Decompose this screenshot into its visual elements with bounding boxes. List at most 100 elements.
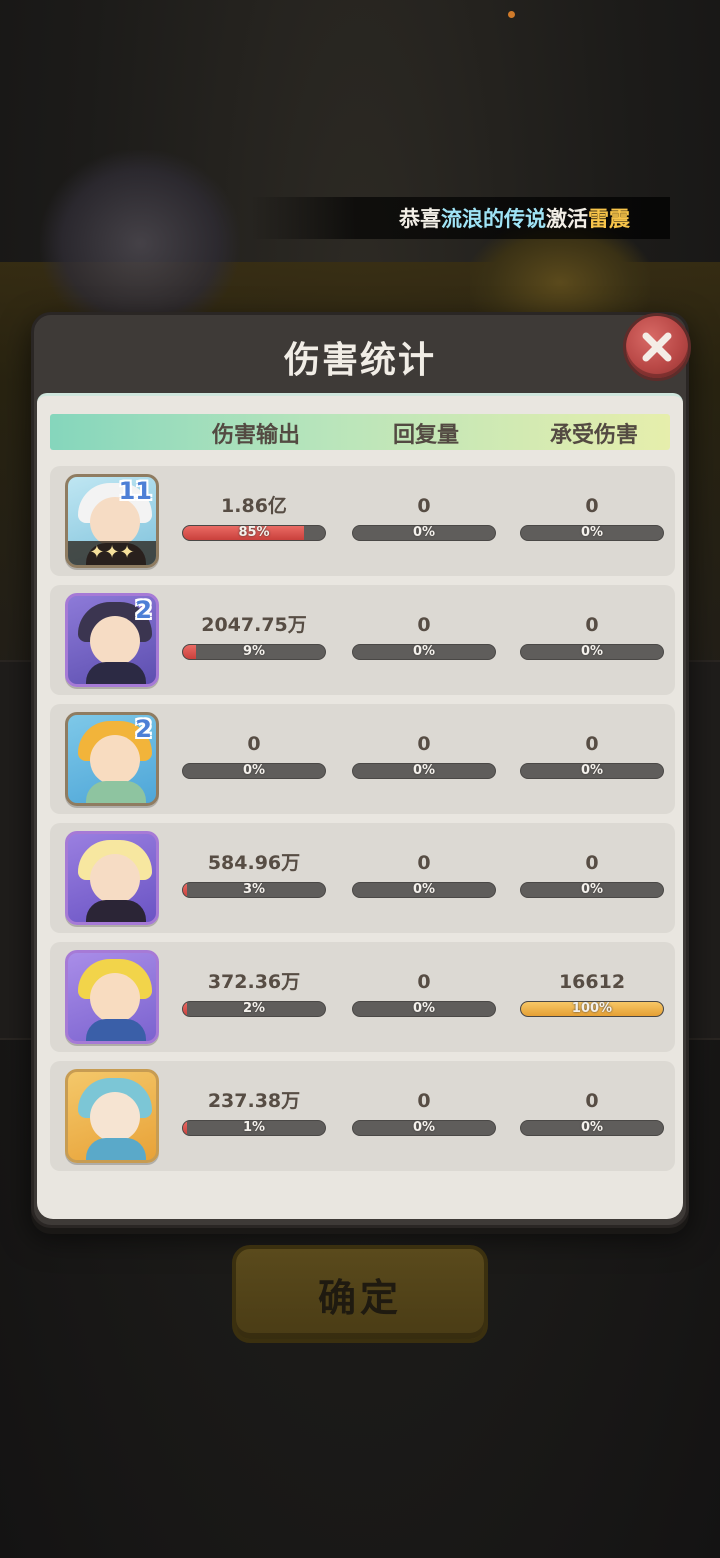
- hero-face: [90, 735, 140, 785]
- stat-progress-bar: 0%: [182, 763, 326, 779]
- hero-face: [90, 973, 140, 1023]
- hero-star-rating: ✦✦✦: [68, 541, 156, 565]
- hero-stats-row: 11 ✦✦✦ 1.86亿 85% 0 0% 0 0%: [50, 466, 675, 576]
- hero-avatar[interactable]: [65, 831, 159, 925]
- hero-stats-row: 237.38万 1% 0 0% 0 0%: [50, 1061, 675, 1171]
- stat-cell-healing: 0 0%: [352, 613, 496, 660]
- hero-body: [86, 900, 146, 922]
- stat-progress-bar: 100%: [520, 1001, 664, 1017]
- stat-cell-damage-taken: 0 0%: [520, 613, 664, 660]
- header-damage-taken: 承受伤害: [549, 423, 639, 448]
- stat-cell-damage-taken: 0 0%: [520, 851, 664, 898]
- announcement-item: 雷震: [588, 207, 630, 231]
- stat-progress-bar: 0%: [520, 763, 664, 779]
- hero-avatar[interactable]: [65, 950, 159, 1044]
- announcement-prefix: 恭喜: [399, 207, 441, 231]
- dialog-body: 伤害输出 回复量 承受伤害 11 ✦✦✦ 1.86亿 85% 0 0% 0 0% 2 2047.7…: [37, 393, 683, 1219]
- stat-progress-bar: 0%: [520, 882, 664, 898]
- stat-value: 1.86亿: [221, 495, 287, 517]
- background-hero-silhouette: [40, 150, 240, 320]
- stat-cell-damage-taken: 16612 100%: [520, 970, 664, 1017]
- stat-value: 0: [585, 1090, 599, 1112]
- stat-progress-bar: 0%: [352, 763, 496, 779]
- stat-cell-damage-taken: 0 0%: [520, 732, 664, 779]
- stat-value: 2047.75万: [201, 614, 307, 636]
- stat-progress-bar: 3%: [182, 882, 326, 898]
- stat-value: 0: [585, 852, 599, 874]
- confirm-button[interactable]: 确定: [232, 1245, 488, 1343]
- header-healing: 回复量: [392, 423, 460, 448]
- stat-percent-label: 1%: [242, 1120, 266, 1135]
- stat-value: 0: [417, 1090, 431, 1112]
- stat-cell-damage-taken: 0 0%: [520, 494, 664, 541]
- stat-value: 372.36万: [207, 971, 301, 993]
- stat-progress-bar: 0%: [520, 1120, 664, 1136]
- hero-avatar[interactable]: 2: [65, 593, 159, 687]
- stat-value: 0: [417, 971, 431, 993]
- stat-percent-label: 0%: [242, 763, 266, 778]
- close-button[interactable]: [623, 313, 691, 381]
- stat-value: 0: [247, 733, 261, 755]
- stat-cell-healing: 0 0%: [352, 1089, 496, 1136]
- stat-progress-bar: 85%: [182, 525, 326, 541]
- hero-avatar[interactable]: [65, 1069, 159, 1163]
- stat-progress-bar: 0%: [520, 525, 664, 541]
- stat-progress-bar: 0%: [352, 882, 496, 898]
- header-damage-out: 伤害输出: [211, 423, 301, 448]
- stat-cell-damage-out: 237.38万 1%: [182, 1089, 326, 1136]
- stat-value: 0: [417, 733, 431, 755]
- confirm-label: 确定: [317, 1275, 402, 1320]
- stat-progress-bar: 0%: [352, 1120, 496, 1136]
- stat-progress-bar: 0%: [352, 1001, 496, 1017]
- stat-cell-damage-out: 0 0%: [182, 732, 326, 779]
- stat-value: 237.38万: [207, 1090, 301, 1112]
- hero-body: [86, 1019, 146, 1041]
- stat-value: 584.96万: [207, 852, 301, 874]
- stat-percent-label: 0%: [580, 1120, 604, 1135]
- stat-value: 0: [585, 495, 599, 517]
- hero-level-badge: 2: [135, 715, 152, 743]
- announcement-middle: 激活: [546, 207, 588, 231]
- spark-decoration: [508, 11, 515, 18]
- stat-percent-label: 2%: [242, 1001, 266, 1016]
- stat-percent-label: 0%: [580, 882, 604, 897]
- stat-cell-healing: 0 0%: [352, 851, 496, 898]
- hero-avatar[interactable]: 2: [65, 712, 159, 806]
- stat-value: 16612: [558, 971, 626, 993]
- stat-cell-healing: 0 0%: [352, 970, 496, 1017]
- stat-progress-bar: 0%: [520, 644, 664, 660]
- stat-percent-label: 0%: [412, 763, 436, 778]
- hero-avatar[interactable]: 11 ✦✦✦: [65, 474, 159, 568]
- stat-percent-label: 0%: [412, 525, 436, 540]
- hero-level-badge: 2: [135, 596, 152, 624]
- stat-progress-bar: 1%: [182, 1120, 326, 1136]
- stat-cell-damage-out: 584.96万 3%: [182, 851, 326, 898]
- stat-cell-damage-taken: 0 0%: [520, 1089, 664, 1136]
- hero-body: [86, 662, 146, 684]
- stat-progress-bar: 0%: [352, 525, 496, 541]
- stat-value: 0: [585, 614, 599, 636]
- stat-value: 0: [417, 495, 431, 517]
- stat-percent-label: 0%: [412, 644, 436, 659]
- stat-percent-label: 100%: [571, 1001, 613, 1016]
- dialog-title: 伤害统计: [283, 340, 436, 381]
- stat-percent-label: 0%: [412, 1001, 436, 1016]
- hero-face: [90, 854, 140, 904]
- hero-face: [90, 1092, 140, 1142]
- stat-progress-bar: 0%: [352, 644, 496, 660]
- stat-progress-bar: 9%: [182, 644, 326, 660]
- stat-percent-label: 9%: [242, 644, 266, 659]
- hero-face: [90, 616, 140, 666]
- announcement-banner: 恭喜 流浪的传说 激活 雷震: [250, 197, 670, 239]
- stat-cell-damage-out: 372.36万 2%: [182, 970, 326, 1017]
- hero-stats-row: 2 0 0% 0 0% 0 0%: [50, 704, 675, 814]
- announcement-player: 流浪的传说: [441, 207, 546, 231]
- stat-percent-label: 0%: [412, 1120, 436, 1135]
- stat-cell-healing: 0 0%: [352, 494, 496, 541]
- stat-value: 0: [585, 733, 599, 755]
- stat-value: 0: [417, 614, 431, 636]
- stats-header: 伤害输出 回复量 承受伤害: [50, 414, 670, 450]
- hero-body: [86, 1138, 146, 1160]
- stat-percent-label: 0%: [580, 763, 604, 778]
- stat-progress-bar: 2%: [182, 1001, 326, 1017]
